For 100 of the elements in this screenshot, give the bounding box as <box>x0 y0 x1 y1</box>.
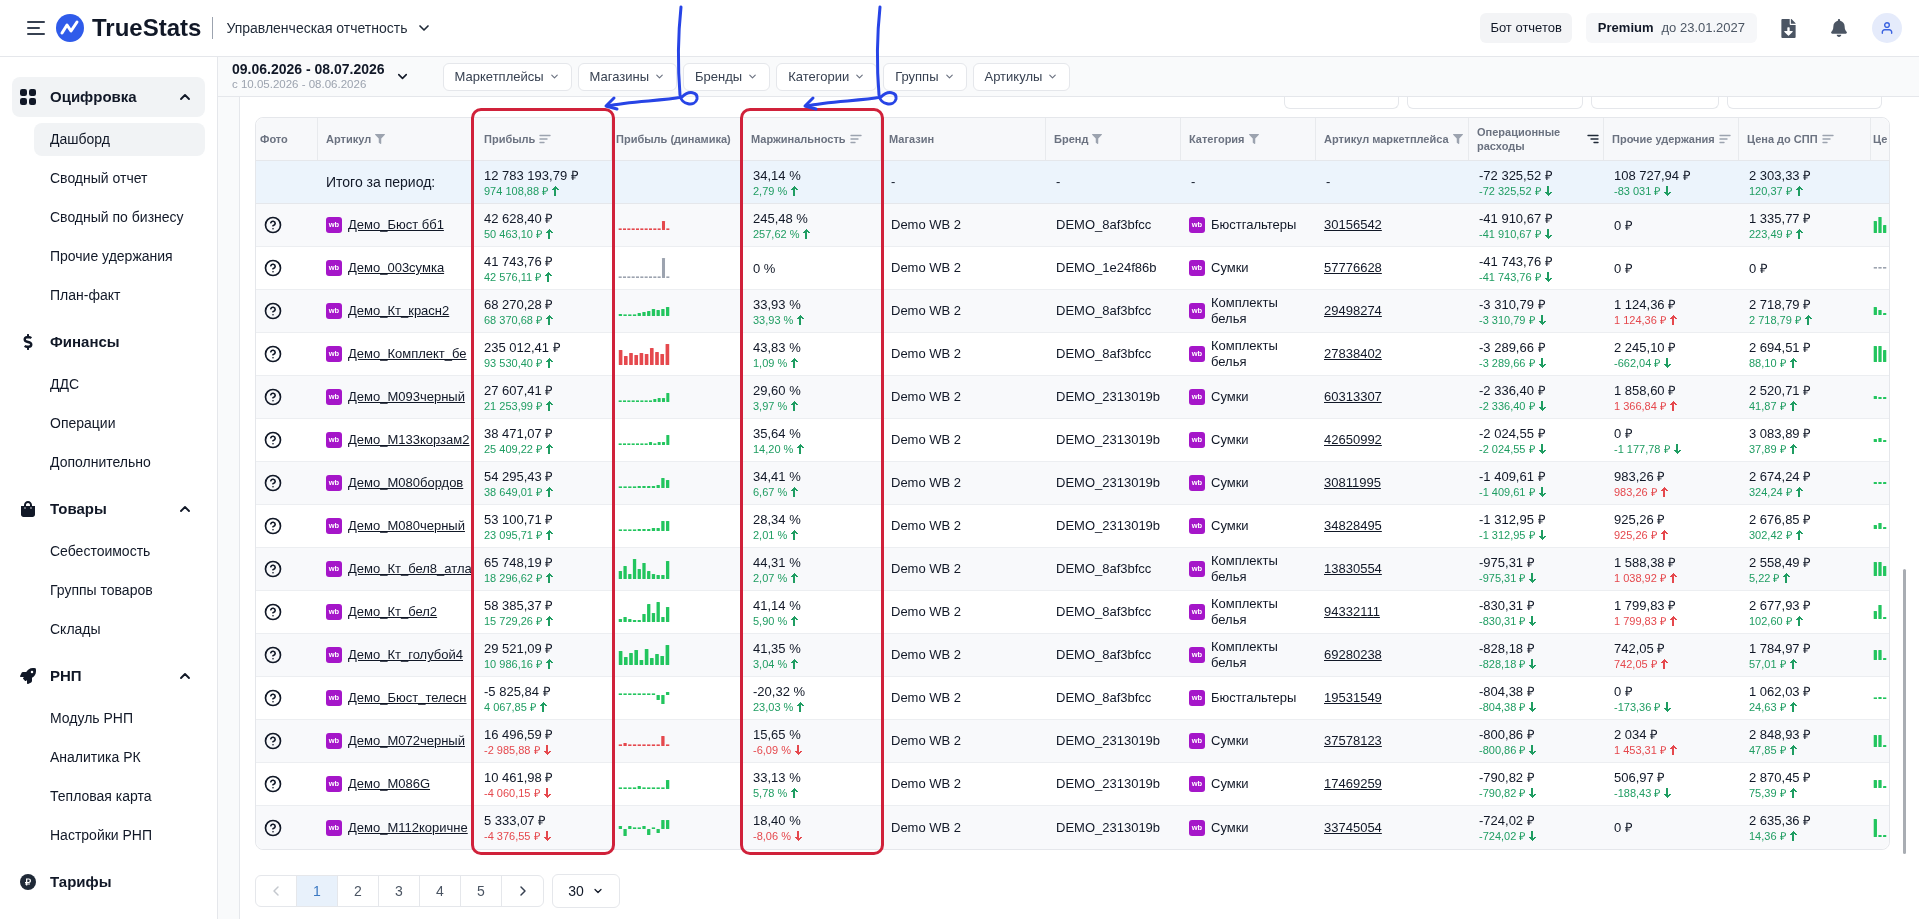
column-header[interactable]: Прибыль <box>484 132 536 146</box>
app-name[interactable]: TrueStats <box>92 16 202 40</box>
sidebar-item[interactable]: Тепловая карта <box>34 780 205 813</box>
sidebar-item[interactable]: Сводный отчет <box>34 162 205 195</box>
date-range-picker[interactable]: 09.06.2026 - 08.07.2026 с 10.05.2026 - 08.06.2026 <box>232 61 410 92</box>
column-header[interactable]: Фото <box>260 132 288 146</box>
sort-icon[interactable] <box>1587 134 1599 144</box>
column-header[interactable]: Це <box>1873 132 1888 146</box>
help-icon[interactable] <box>264 603 282 621</box>
marketplace-article-link[interactable]: 42650992 <box>1324 430 1382 450</box>
article-link[interactable]: Демо_М112коричне <box>348 817 468 838</box>
marketplace-article-link[interactable]: 69280238 <box>1324 645 1382 665</box>
download-icon[interactable] <box>1781 18 1796 38</box>
help-icon[interactable] <box>264 431 282 449</box>
help-icon[interactable] <box>264 388 282 406</box>
column-header[interactable]: Категория <box>1189 132 1245 146</box>
scrollbar-thumb[interactable] <box>1903 569 1906 854</box>
help-icon[interactable] <box>264 345 282 363</box>
sidebar-section[interactable]: Тарифы <box>12 862 205 902</box>
filter-dropdown[interactable]: Магазины <box>577 62 678 91</box>
help-icon[interactable] <box>264 517 282 535</box>
sidebar-item[interactable]: Группы товаров <box>34 574 205 607</box>
sidebar-item[interactable]: Операции <box>34 407 205 440</box>
column-header[interactable]: Бренд <box>1054 132 1089 146</box>
article-link[interactable]: Демо_М072черный <box>348 731 465 751</box>
bell-icon[interactable] <box>1830 19 1848 37</box>
sidebar-item[interactable]: Дополнительно <box>34 446 205 479</box>
marketplace-article-link[interactable]: 60313307 <box>1324 387 1382 407</box>
filter-dropdown[interactable]: Маркетплейсы <box>442 62 572 91</box>
article-link[interactable]: Демо_М086G <box>348 774 431 794</box>
help-icon[interactable] <box>264 818 282 837</box>
user-avatar-icon[interactable] <box>1872 13 1902 43</box>
article-link[interactable]: Демо_М080бордов <box>348 473 464 493</box>
report-selector[interactable]: Управленческая отчетность <box>226 17 432 39</box>
column-header[interactable]: Маржинальность <box>751 132 846 146</box>
help-icon[interactable] <box>264 689 282 707</box>
article-link[interactable]: Демо_Бюст бб1 <box>348 215 444 235</box>
filter-dropdown[interactable]: Артикулы <box>972 62 1071 91</box>
filter-dropdown[interactable]: Бренды <box>683 62 771 91</box>
bot-button[interactable]: Бот отчетов <box>1480 13 1572 43</box>
column-header[interactable]: Операционные расходы <box>1477 125 1583 153</box>
logo-icon[interactable] <box>56 14 84 42</box>
marketplace-article-link[interactable]: 17469259 <box>1324 774 1382 794</box>
article-link[interactable]: Демо_Бюст_телесн <box>348 688 467 708</box>
marketplace-article-link[interactable]: 13830554 <box>1324 559 1382 579</box>
filter-dropdown[interactable]: Категории <box>776 62 878 91</box>
page-size-select[interactable]: 30 <box>552 874 620 908</box>
sidebar-item[interactable]: Склады <box>34 613 205 646</box>
article-link[interactable]: Демо_М093черный <box>348 387 465 407</box>
marketplace-article-link[interactable]: 29498274 <box>1324 301 1382 321</box>
sidebar-item[interactable]: Аналитика РК <box>34 741 205 774</box>
marketplace-article-link[interactable]: 37578123 <box>1324 731 1382 751</box>
sidebar-section[interactable]: Финансы <box>12 322 205 362</box>
sidebar-item[interactable]: Сводный по бизнесу <box>34 201 205 234</box>
help-icon[interactable] <box>264 302 282 320</box>
column-header[interactable]: Цена до СПП <box>1747 132 1818 146</box>
sidebar-item[interactable]: ДДС <box>34 368 205 401</box>
article-link[interactable]: Демо_Кт_бел2 <box>348 602 438 622</box>
marketplace-article-link[interactable]: 30156542 <box>1324 215 1382 235</box>
filter-dropdown[interactable]: Группы <box>883 62 967 91</box>
page-button[interactable]: 1 <box>297 876 338 906</box>
marketplace-article-link[interactable]: 30811995 <box>1324 473 1381 493</box>
column-header[interactable]: Артикул маркетплейса <box>1324 132 1449 146</box>
marketplace-article-link[interactable]: 94332111 <box>1324 602 1380 622</box>
marketplace-article-link[interactable]: 27838402 <box>1324 344 1382 364</box>
article-link[interactable]: Демо_Кт_голубой4 <box>348 645 463 665</box>
article-link[interactable]: Демо_М133корзам2 <box>348 430 470 450</box>
help-icon[interactable] <box>264 474 282 492</box>
article-link[interactable]: Демо_Кт_бел8_атла <box>348 559 472 579</box>
marketplace-article-link[interactable]: 34828495 <box>1324 516 1382 536</box>
sidebar-item[interactable]: План-факт <box>34 279 205 312</box>
sidebar-item[interactable]: Настройки РНП <box>34 819 205 852</box>
help-icon[interactable] <box>264 732 282 750</box>
help-icon[interactable] <box>264 259 282 277</box>
sidebar-item[interactable]: Дашборд <box>34 123 205 156</box>
article-link[interactable]: Демо_003сумка <box>348 258 445 278</box>
help-icon[interactable] <box>264 646 282 664</box>
help-icon[interactable] <box>264 216 282 234</box>
sidebar-section[interactable]: Товары <box>12 489 205 529</box>
article-link[interactable]: Демо_Кт_красн2 <box>348 301 450 321</box>
column-header[interactable]: Прочие удержания <box>1612 132 1715 146</box>
page-button[interactable]: 3 <box>379 876 420 906</box>
sidebar-section[interactable]: РНП <box>12 656 205 696</box>
sidebar-item[interactable]: Прочие удержания <box>34 240 205 273</box>
marketplace-article-link[interactable]: 19531549 <box>1324 688 1382 708</box>
article-link[interactable]: Демо_М080черный <box>348 516 465 536</box>
page-button[interactable]: 5 <box>461 876 502 906</box>
menu-icon[interactable] <box>27 21 45 35</box>
article-link[interactable]: Демо_Комплект_бе <box>348 344 467 364</box>
help-icon[interactable] <box>264 775 282 793</box>
column-header[interactable]: Артикул <box>326 132 372 146</box>
marketplace-article-link[interactable]: 57776628 <box>1324 258 1382 278</box>
sidebar-section[interactable]: Оцифровка <box>12 77 205 117</box>
page-button[interactable]: 2 <box>338 876 379 906</box>
sidebar-item[interactable]: Себестоимость <box>34 535 205 568</box>
column-header[interactable]: Прибыль (динамика) <box>616 132 731 146</box>
help-icon[interactable] <box>264 560 282 578</box>
marketplace-article-link[interactable]: 33745054 <box>1324 817 1382 838</box>
sidebar-item[interactable]: Модуль РНП <box>34 702 205 735</box>
page-button[interactable]: 4 <box>420 876 461 906</box>
